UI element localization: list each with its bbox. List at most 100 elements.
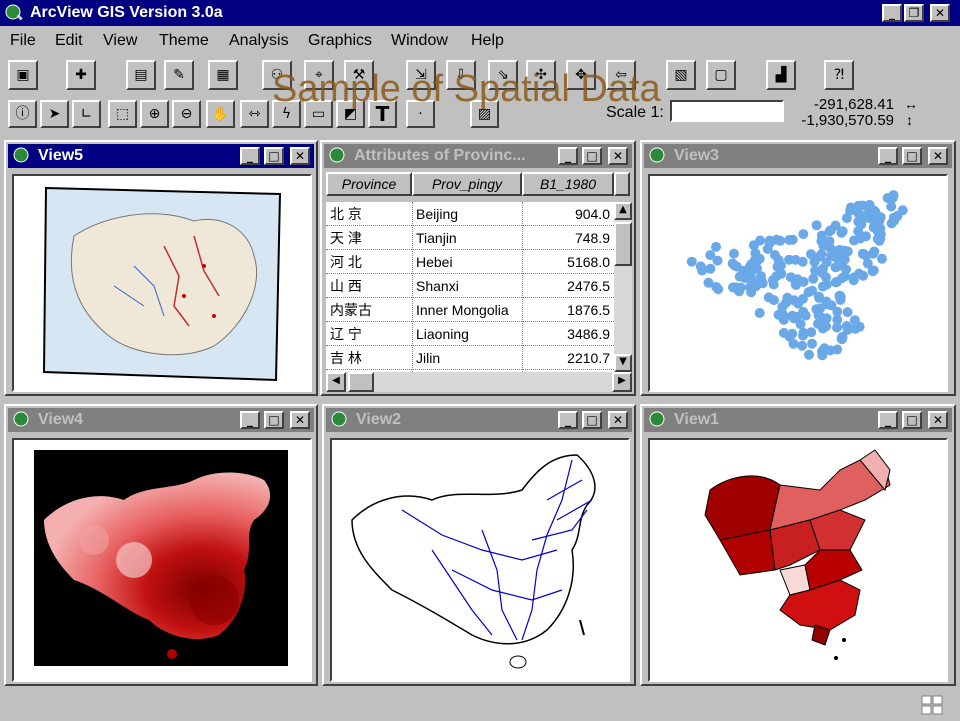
horizontal-scrollbar[interactable]: ◀ ▶: [326, 372, 632, 392]
table-cell-pinyin[interactable]: Jilin: [412, 346, 522, 370]
table-cell-province[interactable]: 吉 林: [326, 346, 412, 370]
scroll-right-arrow[interactable]: ▶: [612, 372, 632, 392]
scroll-left-arrow[interactable]: ◀: [326, 372, 346, 392]
menu-window[interactable]: Window: [391, 32, 448, 50]
view2-close-button[interactable]: ✕: [608, 411, 628, 429]
table-cell-pinyin[interactable]: Beijing: [412, 202, 522, 226]
attributes-close-button[interactable]: ✕: [608, 147, 628, 165]
create-chart-button[interactable]: ▟: [766, 60, 796, 90]
view1-close-button[interactable]: ✕: [928, 411, 948, 429]
view3-minimize-button[interactable]: _: [878, 147, 898, 165]
scroll-down-arrow[interactable]: ▼: [614, 354, 632, 372]
scroll-up-arrow[interactable]: ▲: [614, 202, 632, 220]
edit-legend-button[interactable]: ✎: [164, 60, 194, 90]
help-button[interactable]: ⁈: [824, 60, 854, 90]
attributes-title-bar[interactable]: Attributes of Provinc... _ □ ✕: [324, 144, 632, 168]
table-cell-value[interactable]: 1876.5: [522, 298, 614, 322]
measure-tool[interactable]: ⇿: [240, 100, 269, 128]
attributes-minimize-button[interactable]: _: [558, 147, 578, 165]
column-header-extra[interactable]: [614, 172, 630, 196]
view1-window[interactable]: View1 _ □ ✕: [640, 404, 956, 686]
table-cell-value[interactable]: 904.0: [522, 202, 614, 226]
menu-file[interactable]: File: [10, 32, 36, 50]
view-globe-icon: [331, 411, 347, 427]
view5-close-button[interactable]: ✕: [290, 147, 310, 165]
table-cell-value[interactable]: 5168.0: [522, 250, 614, 274]
attributes-maximize-button[interactable]: □: [582, 147, 602, 165]
menu-edit[interactable]: Edit: [55, 32, 83, 50]
attributes-window[interactable]: Attributes of Provinc... _ □ ✕ Province …: [320, 140, 636, 396]
scale-input[interactable]: [670, 100, 784, 122]
view2-map-canvas[interactable]: [330, 438, 630, 682]
view4-map-canvas[interactable]: [12, 438, 312, 682]
view5-map-canvas[interactable]: [12, 174, 312, 392]
table-cell-province[interactable]: 北 京: [326, 202, 412, 226]
table-cell-value[interactable]: 3486.9: [522, 322, 614, 346]
view3-map-canvas[interactable]: [648, 174, 948, 392]
menu-view[interactable]: View: [103, 32, 137, 50]
view5-window[interactable]: View5 _ □ ✕: [4, 140, 318, 396]
view2-title-bar[interactable]: View2 _ □ ✕: [326, 408, 632, 432]
pointer-tool[interactable]: ➤: [40, 100, 69, 128]
identify-tool[interactable]: ⓘ: [8, 100, 37, 128]
menu-help[interactable]: Help: [471, 32, 504, 50]
vertical-scrollbar[interactable]: ▲ ▼: [614, 202, 632, 372]
theme-properties-button[interactable]: ▤: [126, 60, 156, 90]
menu-graphics[interactable]: Graphics: [308, 32, 372, 50]
view3-window[interactable]: View3 _ □ ✕: [640, 140, 956, 396]
minimize-button[interactable]: _: [882, 4, 902, 22]
view1-title-bar[interactable]: View1 _ □ ✕: [644, 408, 952, 432]
view2-maximize-button[interactable]: □: [582, 411, 602, 429]
view3-title-bar[interactable]: View3 _ □ ✕: [644, 144, 952, 168]
view4-title-bar[interactable]: View4 _ □ ✕: [8, 408, 314, 432]
table-cell-pinyin[interactable]: Inner Mongolia: [412, 298, 522, 322]
table-cell-pinyin[interactable]: Shanxi: [412, 274, 522, 298]
table-cell-province[interactable]: 天 津: [326, 226, 412, 250]
add-theme-button[interactable]: ✚: [66, 60, 96, 90]
table-cell-value[interactable]: 2476.5: [522, 274, 614, 298]
vertex-edit-tool[interactable]: ∟: [72, 100, 101, 128]
clear-selected-button[interactable]: ▢: [706, 60, 736, 90]
view3-close-button[interactable]: ✕: [928, 147, 948, 165]
scroll-thumb[interactable]: [614, 222, 632, 266]
table-cell-value[interactable]: 748.9: [522, 226, 614, 250]
menu-analysis[interactable]: Analysis: [229, 32, 289, 50]
view3-maximize-button[interactable]: □: [902, 147, 922, 165]
table-cell-value[interactable]: 2210.7: [522, 346, 614, 370]
view1-maximize-button[interactable]: □: [902, 411, 922, 429]
zoom-out-tool[interactable]: ⊖: [172, 100, 201, 128]
open-table-button[interactable]: ▦: [208, 60, 238, 90]
view2-minimize-button[interactable]: _: [558, 411, 578, 429]
view1-map-canvas[interactable]: [648, 438, 948, 682]
table-cell-province[interactable]: 山 西: [326, 274, 412, 298]
view4-close-button[interactable]: ✕: [290, 411, 310, 429]
view5-maximize-button[interactable]: □: [264, 147, 284, 165]
view1-minimize-button[interactable]: _: [878, 411, 898, 429]
table-cell-pinyin[interactable]: Liaoning: [412, 322, 522, 346]
column-header-b1-1980[interactable]: B1_1980: [522, 172, 614, 196]
table-cell-province[interactable]: 辽 宁: [326, 322, 412, 346]
select-feature-tool[interactable]: ⬚: [108, 100, 137, 128]
close-button[interactable]: ✕: [930, 4, 950, 22]
save-project-button[interactable]: ▣: [8, 60, 38, 90]
table-cell-province[interactable]: 河 北: [326, 250, 412, 274]
horizontal-scroll-thumb[interactable]: [348, 372, 374, 392]
view2-window[interactable]: View2 _ □ ✕: [322, 404, 636, 686]
column-header-prov-pingy[interactable]: Prov_pingy: [412, 172, 522, 196]
tile-windows-icon[interactable]: [920, 694, 944, 716]
column-header-province[interactable]: Province: [326, 172, 412, 196]
table-cell-pinyin[interactable]: Hebei: [412, 250, 522, 274]
pan-tool[interactable]: ✋: [206, 100, 235, 128]
view5-title-bar[interactable]: View5 _ □ ✕: [8, 144, 314, 168]
view5-minimize-button[interactable]: _: [240, 147, 260, 165]
zoom-in-tool[interactable]: ⊕: [140, 100, 169, 128]
view4-minimize-button[interactable]: _: [240, 411, 260, 429]
table-cell-pinyin[interactable]: Tianjin: [412, 226, 522, 250]
view4-window[interactable]: View4 _ □ ✕: [4, 404, 318, 686]
menu-theme[interactable]: Theme: [159, 32, 209, 50]
restore-button[interactable]: ❐: [904, 4, 924, 22]
view4-maximize-button[interactable]: □: [264, 411, 284, 429]
scale-label: Scale 1:: [606, 104, 664, 121]
select-features-button[interactable]: ▧: [666, 60, 696, 90]
table-cell-province[interactable]: 内蒙古: [326, 298, 412, 322]
